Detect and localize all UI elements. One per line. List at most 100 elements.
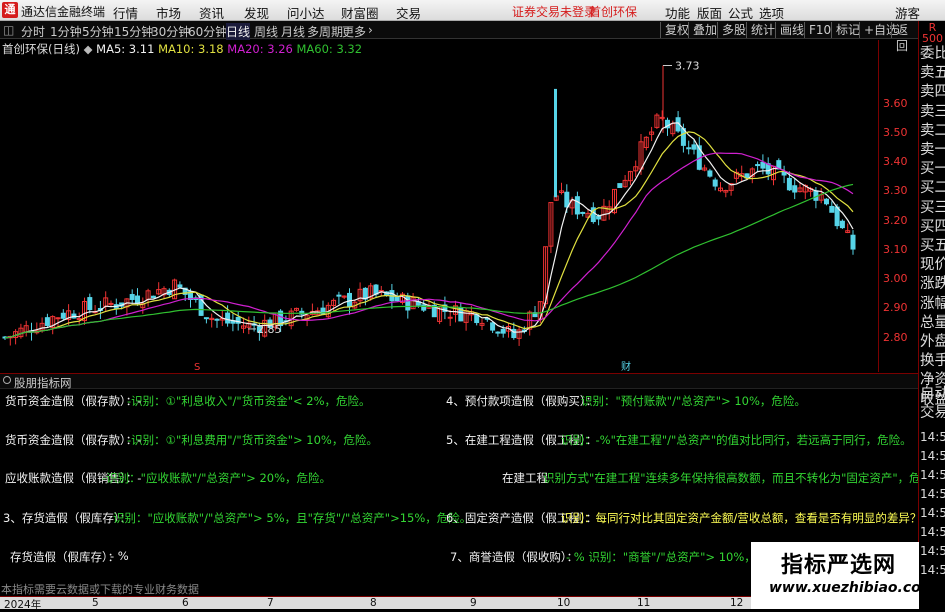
y-tick-label: 3.50 — [883, 125, 908, 139]
tick-time: 14:56 — [920, 468, 945, 482]
candle-body — [347, 292, 352, 307]
indicator-name[interactable]: 股朋指标网 — [14, 375, 72, 391]
ma20-label: MA20: 3.26 — [227, 42, 293, 56]
ma10-label: MA10: 3.18 — [158, 42, 224, 56]
period-1min[interactable]: 1分钟 — [50, 23, 82, 40]
period-30min[interactable]: 30分钟 — [151, 23, 190, 40]
period-weekly[interactable]: 周线 — [254, 23, 278, 40]
ind-left-4-rule: 识别："应收账款"/"总资产"> 5%，且"存货"/"总资产">15%，危险。 — [113, 511, 472, 525]
date-axis: 2024年 5 6 7 8 9 10 11 12 — [0, 596, 760, 611]
period-fenshi[interactable]: 分时 — [21, 23, 45, 40]
indicator-header: 股朋指标网 — [0, 373, 918, 391]
candle-body — [659, 116, 665, 119]
date-label: 12 — [730, 597, 744, 609]
tick-time: 14:56 — [920, 525, 945, 539]
chevron-right-icon[interactable]: › — [368, 23, 373, 37]
ind-right-5b-title: 在建工程 — [502, 471, 548, 485]
ind-left-5-value: - % — [110, 549, 129, 563]
period-5min[interactable]: 5分钟 — [82, 23, 114, 40]
candle-body — [691, 144, 697, 150]
quote-item-label: 买一 — [920, 161, 945, 178]
period-more[interactable]: 更多 — [342, 23, 366, 40]
menu-zixun[interactable]: 资讯 — [199, 3, 224, 22]
watermark: 指标严选网 www.xuezhibiao.com — [751, 542, 935, 609]
period-monthly[interactable]: 月线 — [281, 23, 305, 40]
y-tick-label: 2.80 — [883, 330, 908, 344]
ind-left-2-rule: -识别：①"利息费用"/"货币资金"> 10%，危险。 — [127, 433, 378, 447]
menu-banmian[interactable]: 版面 — [697, 3, 722, 22]
quote-item-label: 现价 — [920, 257, 945, 274]
y-tick-label: 3.10 — [883, 242, 908, 256]
ma60-line — [4, 183, 854, 339]
candle-body — [76, 318, 82, 321]
candle-body — [87, 297, 93, 311]
ind-left-1-title: 货币资金造假（假存款）：- — [5, 394, 142, 408]
spike-candle — [554, 88, 557, 198]
ind-left-1-rule: -识别：①"利息收入"/"货币资金"< 2%，危险。 — [127, 394, 371, 408]
high-price-label: 3.73 — [675, 59, 700, 72]
date-label: 10 — [557, 597, 571, 609]
collapse-icon[interactable]: ◫ — [3, 23, 14, 37]
quote-item-label: 卖四 — [920, 84, 945, 101]
candle-body — [834, 206, 840, 227]
candle-body — [108, 302, 114, 305]
settings-icon[interactable]: ◆ — [84, 42, 93, 56]
corner-label: R 500 — [922, 21, 943, 45]
period-multi[interactable]: 多周期 — [307, 23, 343, 40]
auto-trade-label[interactable]: 自动 — [920, 385, 945, 404]
menu-wenxiaoda[interactable]: 问小达 — [287, 3, 325, 22]
menu-hangqing[interactable]: 行情 — [113, 3, 138, 22]
candle-body — [850, 234, 856, 250]
login-notice[interactable]: 证券交易未登录 — [512, 3, 596, 20]
menu-xuanxiang[interactable]: 选项 — [759, 3, 784, 22]
candle-body — [225, 312, 231, 324]
tool-fanhui[interactable]: 返回 — [891, 22, 918, 53]
candle-body — [829, 205, 835, 213]
auto-trade-label[interactable]: 交易 — [920, 404, 945, 423]
quote-item-label: 卖二 — [920, 122, 945, 139]
candle-body — [447, 316, 453, 319]
menu-caifuquan[interactable]: 财富圈 — [341, 3, 379, 22]
user-label[interactable]: 游客 — [895, 3, 920, 22]
period-15min[interactable]: 15分钟 — [114, 23, 153, 40]
candle-body — [686, 147, 692, 150]
quote-item-label: 外盘 — [920, 334, 945, 350]
candle-body — [373, 284, 379, 295]
candle-body — [60, 312, 66, 319]
menu-faxian[interactable]: 发现 — [244, 3, 269, 22]
date-label: 8 — [370, 597, 377, 609]
candle-body — [394, 296, 400, 302]
period-60min[interactable]: 60分钟 — [188, 23, 227, 40]
ind-left-3-rule: -识别："应收账款"/"总资产"> 20%，危险。 — [102, 471, 332, 485]
candle-body — [214, 318, 220, 321]
candle-body — [150, 295, 156, 299]
candle-body — [336, 294, 342, 297]
menu-gongneng[interactable]: 功能 — [665, 3, 690, 22]
date-label: 2024年 — [4, 599, 42, 611]
candle-body — [55, 317, 61, 320]
chart-title: 首创环保(日线) — [2, 42, 80, 56]
y-tick-label: 3.40 — [883, 155, 908, 169]
menu-jiaoyi[interactable]: 交易 — [396, 3, 421, 22]
ind-left-4-title: 3、存货造假（假库存）： — [3, 511, 132, 525]
kline-chart[interactable]: 3.73 2.85 S 财 — [0, 40, 918, 372]
date-label: 6 — [182, 597, 189, 609]
quote-item-label: 总量 — [920, 314, 945, 331]
quote-item-label: 卖五 — [920, 65, 945, 82]
ma5-label: MA5: 3.11 — [96, 42, 155, 56]
y-tick-label: 3.20 — [883, 213, 908, 227]
candle-body — [574, 196, 580, 215]
quote-item-label: 买四 — [920, 218, 945, 235]
candle-body — [786, 177, 792, 191]
candle-body — [760, 161, 766, 169]
candle-body — [596, 215, 602, 220]
period-daily[interactable]: 日线 — [226, 23, 251, 40]
indicator-toggle-icon[interactable] — [3, 376, 11, 384]
candle-body — [421, 304, 427, 311]
chart-marker: 财 — [621, 360, 631, 372]
menu-gongshi[interactable]: 公式 — [728, 3, 753, 22]
ind-right-7-title: 7、商誉造假（假收购）： — [450, 550, 579, 564]
y-tick-label: 3.60 — [883, 96, 908, 110]
low-price-label: 2.85 — [257, 323, 282, 336]
menu-shichang[interactable]: 市场 — [156, 3, 181, 22]
